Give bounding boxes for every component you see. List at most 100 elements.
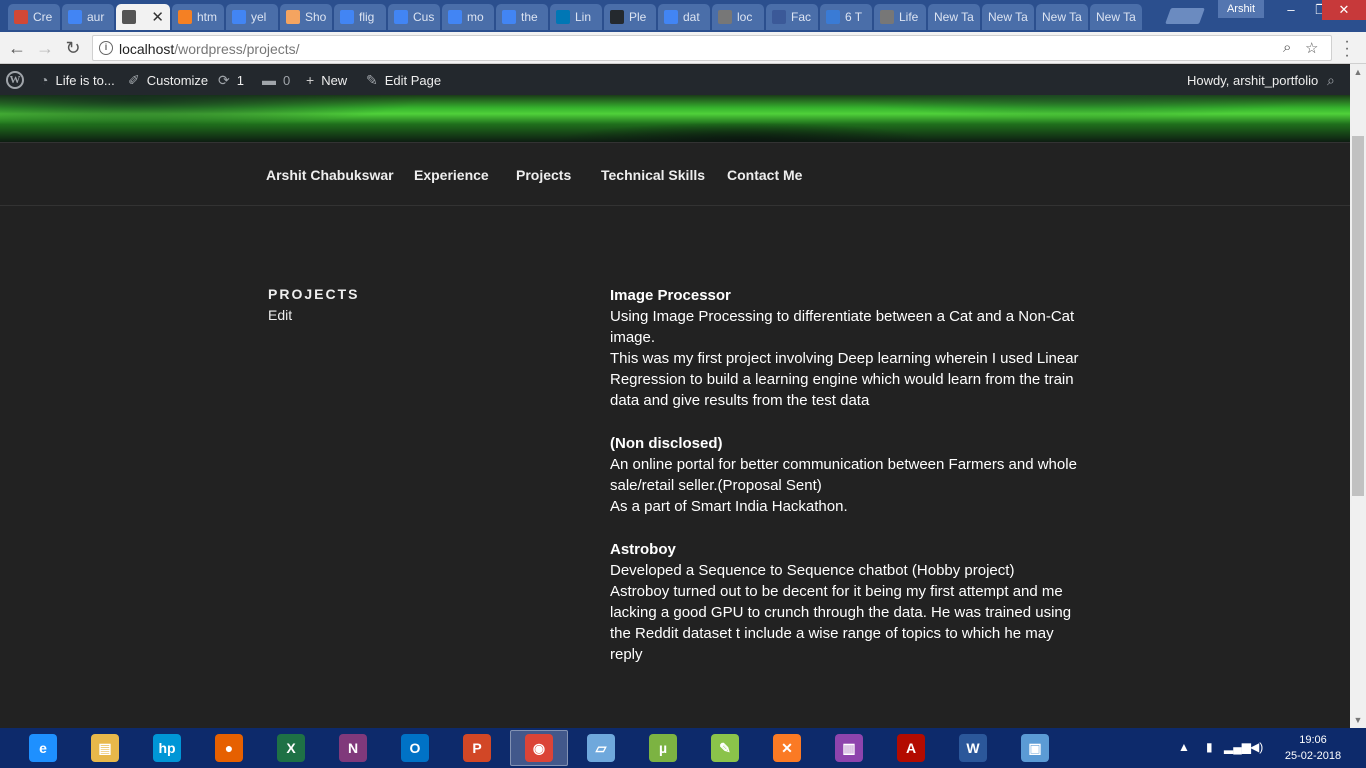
- browser-tab[interactable]: htm: [172, 4, 224, 30]
- wp-logo-menu[interactable]: W: [6, 65, 24, 95]
- site-info-icon[interactable]: i: [99, 41, 113, 55]
- browser-tab[interactable]: flig: [334, 4, 386, 30]
- taskbar-app-button[interactable]: e: [14, 730, 72, 766]
- admin-search-button[interactable]: ⌕: [1327, 65, 1342, 95]
- browser-menu-icon[interactable]: · · ·: [1340, 34, 1354, 64]
- volume-icon[interactable]: ◀): [1250, 740, 1263, 754]
- browser-tab[interactable]: mo: [442, 4, 494, 30]
- nav-item-home[interactable]: Arshit Chabukswar: [266, 167, 394, 183]
- browser-tab-label: aur: [87, 10, 105, 24]
- browser-tab[interactable]: dat: [658, 4, 710, 30]
- taskbar-app-button[interactable]: ▤: [76, 730, 134, 766]
- browser-tab[interactable]: Fac: [766, 4, 818, 30]
- browser-tab[interactable]: New Ta: [982, 4, 1034, 30]
- browser-tab[interactable]: ✕: [116, 4, 170, 30]
- forward-button[interactable]: →: [34, 38, 56, 58]
- page-scrollbar[interactable]: ▲ ▼: [1350, 64, 1366, 728]
- page-icon: [718, 10, 732, 24]
- internet-explorer-icon: e: [29, 734, 57, 762]
- comments-count: 0: [283, 72, 291, 88]
- reload-button[interactable]: ↻: [62, 38, 84, 58]
- browser-tab[interactable]: Sho: [280, 4, 332, 30]
- browser-tab[interactable]: Ple: [604, 4, 656, 30]
- taskbar-app-button[interactable]: ▥: [820, 730, 878, 766]
- customize-link[interactable]: ✐ Customize: [128, 65, 208, 95]
- comment-icon: ▬: [262, 72, 276, 88]
- new-content-menu[interactable]: + New: [306, 65, 347, 95]
- xampp-icon: ✕: [773, 734, 801, 762]
- taskbar-app-button[interactable]: ●: [200, 730, 258, 766]
- facebook-icon: [772, 10, 786, 24]
- browser-tab[interactable]: Cre: [8, 4, 60, 30]
- profile-button[interactable]: Arshit: [1218, 0, 1264, 18]
- browser-tab[interactable]: New Ta: [1036, 4, 1088, 30]
- browser-tab[interactable]: aur: [62, 4, 114, 30]
- notepad-plus-icon: ✎: [711, 734, 739, 762]
- taskbar-app-button[interactable]: ▱: [572, 730, 630, 766]
- back-button[interactable]: ←: [6, 38, 28, 58]
- nav-item-projects[interactable]: Projects: [516, 167, 571, 183]
- taskbar-app-button[interactable]: ✕: [758, 730, 816, 766]
- comments-link[interactable]: ▬ 0: [262, 65, 290, 95]
- browser-tab-label: 6 T: [845, 10, 863, 24]
- close-tab-icon[interactable]: ✕: [151, 8, 164, 26]
- wordpress-icon: W: [6, 71, 24, 89]
- battery-icon[interactable]: ▮: [1206, 740, 1213, 754]
- browser-tab[interactable]: New Ta: [1090, 4, 1142, 30]
- virtualbox-icon: ▣: [1021, 734, 1049, 762]
- edit-link[interactable]: Edit: [268, 307, 292, 323]
- taskbar-app-button[interactable]: ✎: [696, 730, 754, 766]
- chrome-icon: ◉: [525, 734, 553, 762]
- account-menu[interactable]: Howdy, arshit_portfolio: [1187, 65, 1318, 95]
- nav-item-contact[interactable]: Contact Me: [727, 167, 802, 183]
- browser-tab[interactable]: New Ta: [928, 4, 980, 30]
- excel-icon: X: [277, 734, 305, 762]
- taskbar-app-button[interactable]: X: [262, 730, 320, 766]
- taskbar-app-button[interactable]: O: [386, 730, 444, 766]
- browser-tab[interactable]: loc: [712, 4, 764, 30]
- minimize-button[interactable]: –: [1276, 0, 1306, 20]
- taskbar-app-button[interactable]: µ: [634, 730, 692, 766]
- customize-label: Customize: [146, 72, 209, 88]
- browser-tab[interactable]: Lin: [550, 4, 602, 30]
- taskbar-app-button[interactable]: ◉: [510, 730, 568, 766]
- google-icon: [448, 10, 462, 24]
- address-bar[interactable]: i localhost/wordpress/projects/ ⌕ ☆: [92, 35, 1332, 61]
- browser-tab[interactable]: Life: [874, 4, 926, 30]
- edit-page-link[interactable]: ✎ Edit Page: [366, 65, 441, 95]
- browser-tab[interactable]: yel: [226, 4, 278, 30]
- new-tab-button[interactable]: [1165, 8, 1205, 24]
- network-icon[interactable]: ▂▄▆: [1224, 740, 1251, 754]
- browser-tab-label: htm: [197, 10, 218, 24]
- scroll-down-arrow-icon[interactable]: ▼: [1350, 712, 1366, 728]
- google-icon: [502, 10, 516, 24]
- taskbar-app-button[interactable]: hp: [138, 730, 196, 766]
- system-clock[interactable]: 19:06 25-02-2018: [1280, 732, 1346, 764]
- show-hidden-icons-icon[interactable]: ▲: [1178, 740, 1190, 754]
- browser-tab[interactable]: Cus: [388, 4, 440, 30]
- taskbar-app-button[interactable]: W: [944, 730, 1002, 766]
- project-line: As a part of Smart India Hackathon.: [610, 498, 848, 515]
- nav-item-experience[interactable]: Experience: [414, 167, 489, 183]
- taskbar-app-button[interactable]: ▣: [1006, 730, 1064, 766]
- taskbar-app-button[interactable]: N: [324, 730, 382, 766]
- scroll-up-arrow-icon[interactable]: ▲: [1350, 64, 1366, 80]
- browser-tab[interactable]: 6 T: [820, 4, 872, 30]
- taskbar-app-button[interactable]: A: [882, 730, 940, 766]
- nav-item-technical-skills[interactable]: Technical Skills: [601, 167, 705, 183]
- clock-time: 19:06: [1299, 734, 1327, 746]
- updates-link[interactable]: ⟳ 1: [218, 65, 244, 95]
- browser-tab-label: New Ta: [988, 10, 1028, 24]
- browser-tab[interactable]: the: [496, 4, 548, 30]
- utorrent-icon: µ: [649, 734, 677, 762]
- zoom-icon[interactable]: ⌕: [1283, 39, 1291, 56]
- browser-tab-label: the: [521, 10, 538, 24]
- site-name-menu[interactable]: ◔ Life is to...: [40, 65, 115, 95]
- scrollbar-thumb[interactable]: [1352, 136, 1364, 496]
- close-window-button[interactable]: ✕: [1322, 0, 1366, 20]
- firefox-icon: ●: [215, 734, 243, 762]
- hp-icon: hp: [153, 734, 181, 762]
- medium-icon: [826, 10, 840, 24]
- bookmark-star-icon[interactable]: ☆: [1305, 39, 1318, 57]
- taskbar-app-button[interactable]: P: [448, 730, 506, 766]
